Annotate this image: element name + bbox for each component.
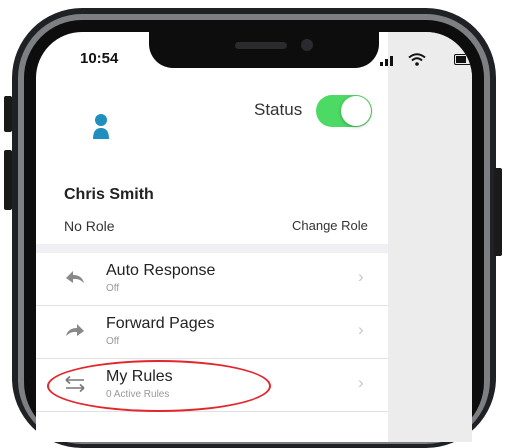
phone-right-button	[494, 168, 502, 256]
menu-item-subtitle: 0 Active Rules	[106, 389, 170, 400]
menu-item-auto-response[interactable]: Auto Response Off ›	[36, 253, 388, 305]
chevron-right-icon: ›	[358, 320, 364, 339]
front-camera	[301, 39, 313, 51]
app-screen: 10:54 Status Chris Smith No Role Change …	[36, 32, 472, 442]
forward-icon	[66, 324, 84, 336]
toggle-knob	[341, 96, 371, 126]
signal-icon	[380, 62, 383, 66]
user-icon[interactable]	[91, 112, 111, 140]
battery-icon	[454, 54, 472, 65]
status-toggle[interactable]	[316, 95, 372, 127]
side-panel-overlay[interactable]	[388, 32, 472, 442]
menu-item-title: Auto Response	[106, 262, 216, 279]
menu-item-subtitle: Off	[106, 283, 120, 294]
status-time: 10:54	[80, 50, 119, 67]
chevron-right-icon: ›	[358, 267, 364, 286]
reply-icon	[66, 271, 84, 283]
menu-item-title: My Rules	[106, 368, 173, 385]
status-label: Status	[254, 100, 303, 119]
menu-item-subtitle: Off	[106, 336, 120, 347]
phone-left-button	[4, 96, 12, 132]
phone-notch	[149, 32, 379, 68]
current-role: No Role	[64, 218, 115, 234]
chevron-right-icon: ›	[358, 373, 364, 392]
change-role-button[interactable]: Change Role	[292, 218, 368, 233]
section-divider	[36, 244, 388, 253]
phone-left-button	[4, 150, 12, 210]
list-divider	[36, 411, 388, 412]
signal-icon	[390, 56, 393, 66]
signal-icon	[385, 59, 388, 66]
menu-item-my-rules[interactable]: My Rules 0 Active Rules ›	[36, 359, 388, 411]
menu-item-forward-pages[interactable]: Forward Pages Off ›	[36, 306, 388, 358]
speaker-grille	[235, 42, 287, 49]
wifi-icon	[408, 53, 426, 66]
transfer-arrows-icon	[65, 375, 85, 393]
menu-item-title: Forward Pages	[106, 315, 215, 332]
user-name: Chris Smith	[64, 186, 154, 203]
